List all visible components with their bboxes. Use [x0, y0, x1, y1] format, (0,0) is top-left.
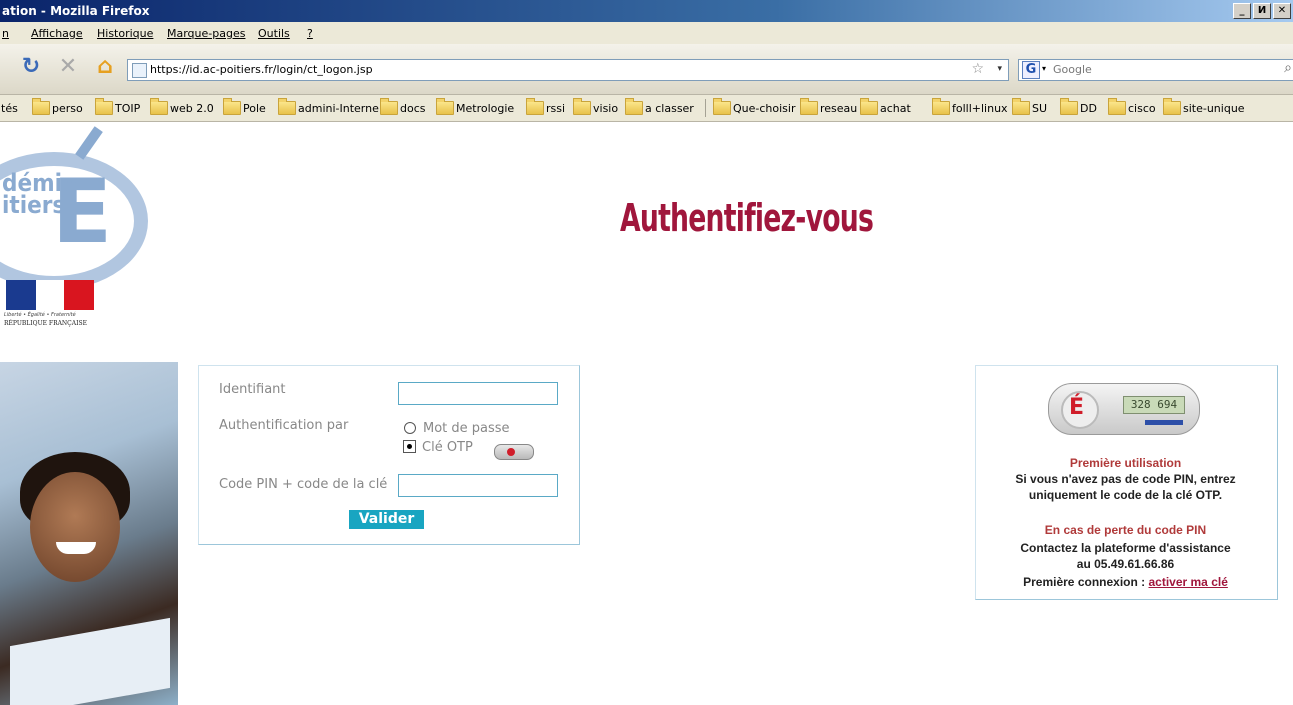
bookmark-folder[interactable]: site-unique [1183, 102, 1245, 115]
password-option-label: Mot de passe [423, 421, 510, 436]
window-title-bar: ation - Mozilla Firefox _ И ✕ [0, 0, 1293, 22]
bookmark-folder[interactable]: Que-choisir [733, 102, 795, 115]
address-url: https://id.ac-poitiers.fr/login/ct_logon… [150, 63, 373, 76]
bookmark-folder[interactable]: visio [593, 102, 618, 115]
bookmark-folder[interactable]: DD [1080, 102, 1097, 115]
folder-icon [278, 98, 296, 115]
phone-text: au 05.49.61.66.86 [1076, 557, 1175, 571]
auth-method-label: Authentification par [219, 418, 349, 433]
folder-icon [1108, 98, 1126, 115]
academy-logo-text-line2: itiers [2, 191, 66, 219]
bookmark-folder[interactable]: a classer [645, 102, 694, 115]
bookmark-folder[interactable]: Metrologie [456, 102, 514, 115]
identifiant-input[interactable] [398, 382, 558, 405]
search-icon[interactable]: ⌕ [1284, 60, 1292, 76]
folder-icon [32, 98, 50, 115]
window-controls: _ И ✕ [1233, 3, 1291, 19]
minimize-button[interactable]: _ [1233, 3, 1251, 19]
bookmark-folder[interactable]: folll+linux [952, 102, 1008, 115]
pin-input[interactable] [398, 474, 558, 497]
bookmark-folder[interactable]: perso [52, 102, 83, 115]
password-radio[interactable] [404, 422, 416, 434]
first-use-text-line1: Si vous n'avez pas de code PIN, entrez [1015, 472, 1236, 486]
menu-item-outils[interactable]: Outils [258, 27, 290, 40]
lost-pin-title: En cas de perte du code PIN [1044, 523, 1207, 537]
bookmark-separator [705, 99, 706, 117]
activate-key-link[interactable]: activer ma clé [1148, 575, 1227, 589]
search-bar[interactable]: G ▾ Google ⌕ [1018, 59, 1293, 81]
folder-icon [932, 98, 950, 115]
folder-icon [380, 98, 398, 115]
folder-icon [1060, 98, 1078, 115]
bookmark-folder[interactable]: achat [880, 102, 911, 115]
google-engine-icon[interactable]: G [1022, 61, 1040, 79]
bookmark-folder[interactable]: cisco [1128, 102, 1156, 115]
folder-icon [625, 98, 643, 115]
folder-icon [800, 98, 818, 115]
first-connection-label: Première connexion : [1023, 575, 1149, 589]
engine-dropdown-icon[interactable]: ▾ [1042, 64, 1046, 73]
menu-item-help[interactable]: ? [307, 27, 313, 40]
otp-token-image: É 328 694 [1048, 383, 1200, 435]
restore-button[interactable]: И [1253, 3, 1271, 19]
submit-button[interactable]: Valider [349, 510, 424, 529]
sidebar-banner: E démie itiers Liberté • Égalité • Frate… [0, 122, 178, 705]
folder-icon [526, 98, 544, 115]
folder-icon [573, 98, 591, 115]
reload-icon[interactable]: ↻ [18, 54, 44, 80]
pin-label: Code PIN + code de la clé [219, 477, 388, 492]
home-icon[interactable]: ⌂ [92, 54, 118, 80]
first-connection-line: Première connexion : activer ma clé [975, 574, 1276, 590]
republic-name: RÉPUBLIQUE FRANÇAISE [4, 320, 87, 327]
bookmark-folder[interactable]: TOIP [115, 102, 140, 115]
search-placeholder: Google [1053, 63, 1092, 76]
folder-icon [1012, 98, 1030, 115]
first-use-text-line2: uniquement le code de la clé OTP. [1028, 488, 1223, 502]
identifiant-label: Identifiant [219, 382, 286, 397]
folder-icon [860, 98, 878, 115]
contact-text: Contactez la plateforme d'assistance [1020, 541, 1231, 555]
first-use-title: Première utilisation [1069, 456, 1182, 470]
folder-icon [150, 98, 168, 115]
menu-item-marque-pages[interactable]: Marque-pages [167, 27, 245, 40]
menu-item-affichage[interactable]: Affichage [31, 27, 83, 40]
menu-item-historique[interactable]: Historique [97, 27, 153, 40]
token-display: 328 694 [1123, 396, 1185, 414]
menu-item-file[interactable]: n [2, 27, 9, 40]
student-photo [0, 362, 178, 705]
page-title: Authentifiez-vous [620, 196, 874, 240]
close-button[interactable]: ✕ [1273, 3, 1291, 19]
otp-radio[interactable] [403, 440, 416, 453]
folder-icon [436, 98, 454, 115]
folder-icon [713, 98, 731, 115]
academy-logo-accent [75, 126, 103, 160]
page-favicon-icon [132, 63, 147, 78]
bookmark-folder[interactable]: SU [1032, 102, 1047, 115]
bookmark-favorites[interactable]: tés [1, 102, 18, 115]
navigation-toolbar: ↻ ✕ ⌂ https://id.ac-poitiers.fr/login/ct… [0, 44, 1293, 95]
menu-bar: n Affichage Historique Marque-pages Outi… [0, 22, 1293, 44]
otp-key-icon [494, 444, 534, 460]
republic-motto: Liberté • Égalité • Fraternité [4, 312, 76, 318]
address-bar[interactable]: https://id.ac-poitiers.fr/login/ct_logon… [127, 59, 1009, 81]
bookmark-folder[interactable]: reseau [820, 102, 857, 115]
stop-icon[interactable]: ✕ [55, 54, 81, 80]
folder-icon [223, 98, 241, 115]
bookmark-folder[interactable]: Pole [243, 102, 266, 115]
bookmarks-toolbar: tés perso TOIP web 2.0 Pole admini-Inter… [0, 95, 1293, 122]
history-dropdown-icon[interactable]: ▾ [997, 64, 1002, 74]
folder-icon [95, 98, 113, 115]
otp-option-label: Clé OTP [422, 440, 473, 455]
bookmark-star-icon[interactable]: ☆ [971, 61, 984, 77]
window-title: ation - Mozilla Firefox [2, 4, 150, 18]
bookmark-folder[interactable]: admini-Interne [298, 102, 379, 115]
bookmark-folder[interactable]: docs [400, 102, 426, 115]
republique-francaise-logo [6, 280, 94, 310]
bookmark-folder[interactable]: web 2.0 [170, 102, 214, 115]
folder-icon [1163, 98, 1181, 115]
bookmark-folder[interactable]: rssi [546, 102, 565, 115]
